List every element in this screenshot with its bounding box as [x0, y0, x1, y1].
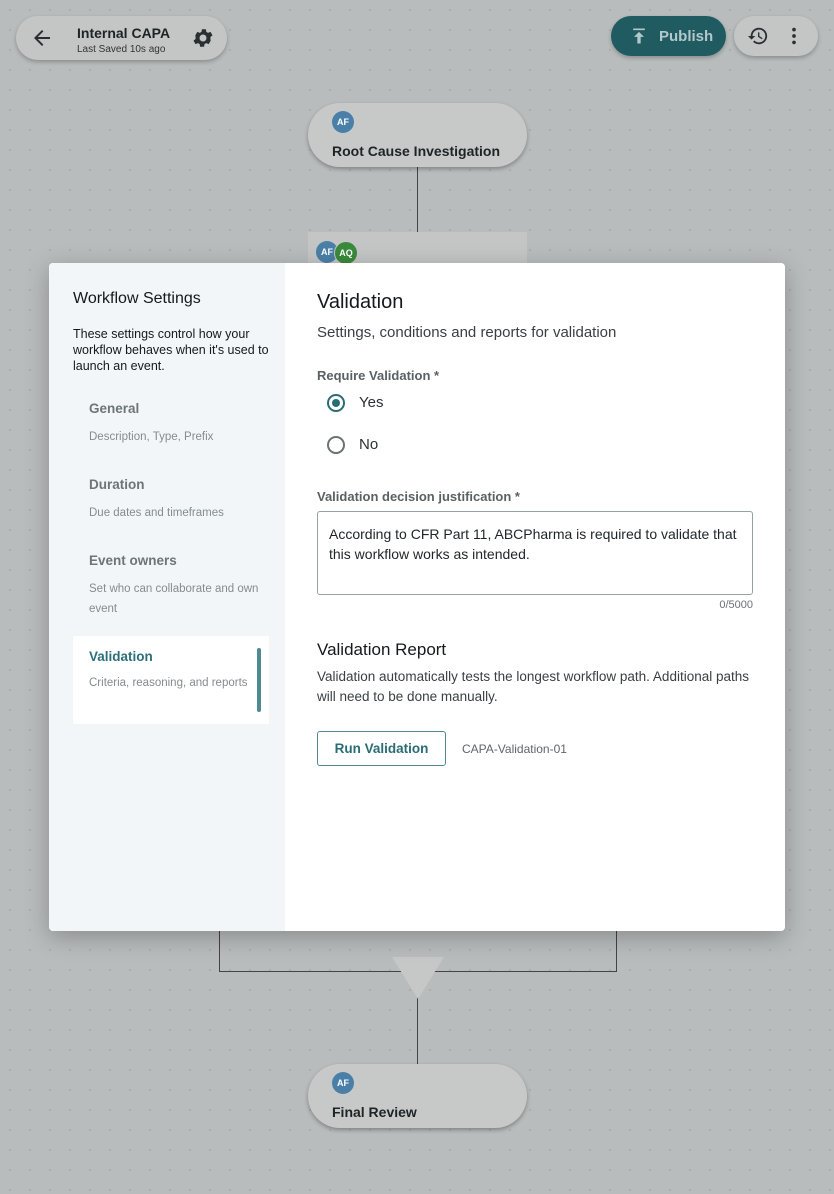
- sidebar-item-sub: Description, Type, Prefix: [89, 431, 214, 443]
- workflow-node-final-review[interactable]: AF Final Review: [308, 1064, 527, 1128]
- node-label: Final Review: [332, 1104, 417, 1120]
- require-validation-label: Require Validation *: [317, 368, 440, 383]
- arrow-left-icon[interactable]: [30, 26, 54, 50]
- history-icon[interactable]: [747, 25, 769, 47]
- validation-report-id: CAPA-Validation-01: [462, 742, 567, 756]
- page-title: Validation: [317, 291, 404, 313]
- branch-left-line: [219, 930, 220, 972]
- header-actions: [734, 16, 818, 56]
- more-vert-icon[interactable]: [783, 25, 805, 47]
- sidebar-item-label: Validation: [89, 649, 153, 664]
- branch-right-line: [616, 930, 617, 972]
- radio-label: No: [359, 436, 379, 453]
- sidebar-item-sub: Criteria, reasoning, and reports: [89, 677, 248, 689]
- avatar: AQ: [334, 241, 358, 265]
- node-label: Root Cause Investigation: [332, 143, 501, 159]
- publish-label: Publish: [659, 28, 714, 45]
- sidebar-item-label: Duration: [89, 477, 145, 492]
- avatar: AF: [332, 1072, 354, 1094]
- radio-unselected-icon: [327, 436, 345, 454]
- validation-panel: Validation Settings, conditions and repo…: [317, 263, 753, 931]
- workflow-header: Internal CAPA Last Saved 10s ago: [16, 16, 227, 60]
- sidebar-item-label: General: [89, 401, 140, 416]
- justification-field[interactable]: According to CFR Part 11, ABCPharma is r…: [317, 511, 753, 595]
- last-saved-text: Last Saved 10s ago: [77, 44, 166, 55]
- validation-report-description: Validation automatically tests the longe…: [317, 669, 749, 704]
- character-counter: 0/5000: [719, 599, 753, 611]
- sidebar-item-general[interactable]: General Description, Type, Prefix: [73, 401, 269, 447]
- sidebar-item-validation[interactable]: Validation Criteria, reasoning, and repo…: [73, 636, 269, 724]
- workflow-node-root-cause[interactable]: AF Root Cause Investigation: [308, 103, 527, 167]
- merge-gateway[interactable]: [392, 957, 444, 999]
- connector-line: [417, 997, 418, 1065]
- workflow-title: Internal CAPA: [77, 25, 171, 41]
- radio-label: Yes: [359, 394, 384, 411]
- gear-icon[interactable]: [191, 26, 215, 50]
- radio-yes[interactable]: Yes: [327, 394, 407, 418]
- workflow-settings-modal: Workflow Settings These settings control…: [49, 263, 785, 931]
- sidebar-item-event-owners[interactable]: Event owners Set who can collaborate and…: [73, 553, 269, 619]
- sidebar-item-sub: Due dates and timeframes: [89, 507, 224, 519]
- run-validation-button[interactable]: Run Validation: [317, 731, 446, 766]
- sidebar-item-sub: Set who can collaborate and own event: [89, 583, 259, 615]
- sidebar-description: These settings control how your workflow…: [73, 327, 269, 373]
- radio-no[interactable]: No: [327, 436, 407, 460]
- settings-sidebar: Workflow Settings These settings control…: [49, 263, 285, 931]
- active-indicator: [257, 648, 261, 712]
- sidebar-item-label: Event owners: [89, 553, 177, 568]
- publish-button[interactable]: Publish: [611, 16, 726, 56]
- upload-icon: [633, 28, 645, 44]
- sidebar-title: Workflow Settings: [73, 290, 201, 307]
- justification-label: Validation decision justification *: [317, 489, 520, 504]
- avatar: AF: [332, 111, 354, 133]
- page-subtitle: Settings, conditions and reports for val…: [317, 324, 617, 341]
- radio-selected-icon: [327, 394, 345, 412]
- validation-report-title: Validation Report: [317, 640, 447, 659]
- connector-line: [417, 167, 418, 233]
- sidebar-item-duration[interactable]: Duration Due dates and timeframes: [73, 477, 269, 523]
